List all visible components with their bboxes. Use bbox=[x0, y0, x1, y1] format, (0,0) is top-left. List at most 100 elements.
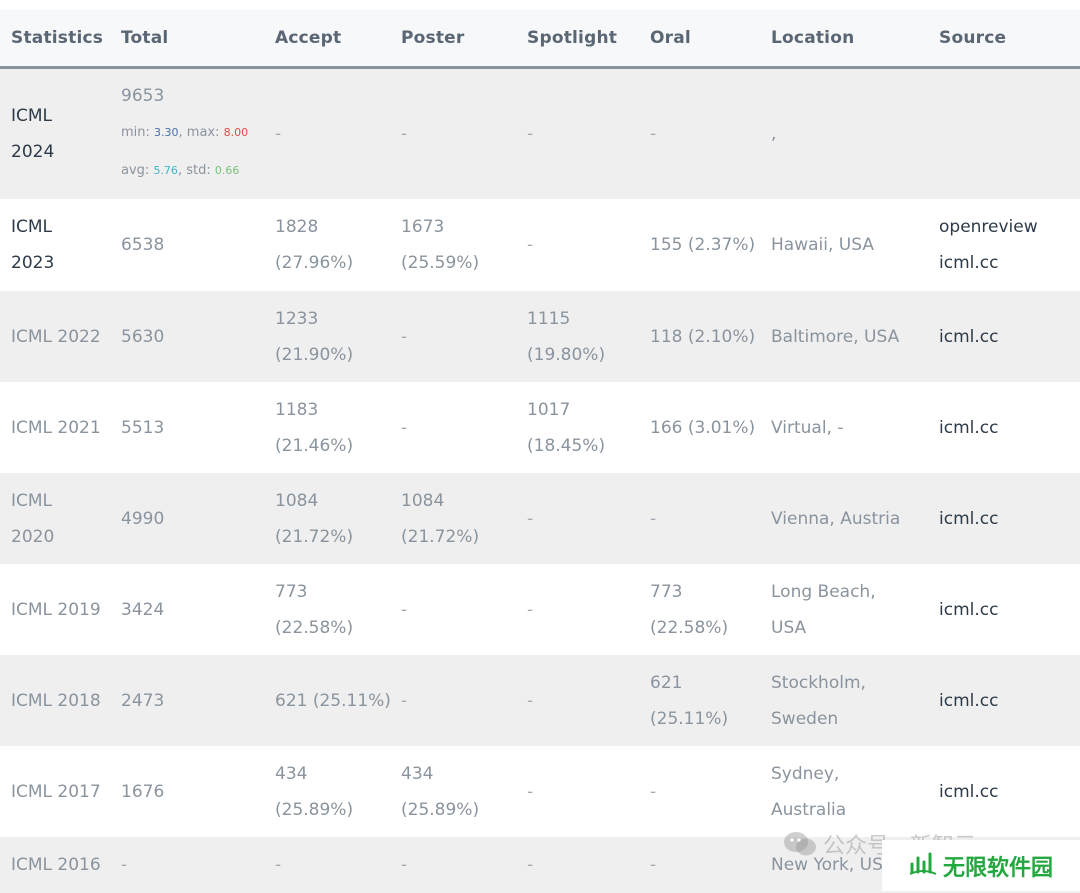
cell-oral: 155 (2.37%) bbox=[639, 199, 760, 291]
table-row: ICML 2021 5513 1183 (21.46%) - 1017 (18.… bbox=[0, 382, 1080, 473]
cell-total: 6538 bbox=[110, 199, 264, 291]
cell-location: , bbox=[760, 67, 928, 199]
cell-accept: 1084 (21.72%) bbox=[264, 473, 390, 564]
cell-total: 5630 bbox=[110, 291, 264, 382]
accept-count: 1084 bbox=[275, 490, 319, 511]
site-badge-text: 无限软件园 bbox=[942, 855, 1053, 881]
cell-location: Sydney, Australia bbox=[760, 746, 928, 837]
cell-source: openreview icml.cc bbox=[928, 199, 1080, 291]
cell-oral: 118 (2.10%) bbox=[639, 291, 760, 382]
site-badge: 无限软件园 bbox=[882, 840, 1080, 891]
poster-count: 434 bbox=[401, 763, 434, 784]
cell-poster: 1673 (25.59%) bbox=[390, 199, 516, 291]
poster-rate: (21.72%) bbox=[401, 526, 480, 547]
location-line: USA bbox=[771, 617, 807, 638]
chart-bars-icon bbox=[909, 850, 937, 882]
cell-spotlight: - bbox=[516, 837, 639, 893]
cell-location: Vienna, Austria bbox=[760, 473, 928, 564]
score-min-max: min: 3.30, max: 8.00 bbox=[121, 114, 264, 152]
cell-accept: 1233 (21.90%) bbox=[264, 291, 390, 382]
cell-location: Hawaii, USA bbox=[760, 199, 928, 291]
cell-accept: 1183 (21.46%) bbox=[264, 382, 390, 473]
header-total[interactable]: Total bbox=[110, 10, 264, 69]
cell-source bbox=[928, 67, 1080, 199]
cell-source[interactable]: icml.cc bbox=[928, 382, 1080, 473]
source-link-openreview[interactable]: openreview bbox=[939, 209, 1080, 245]
cell-statistics: ICML 2022 bbox=[0, 291, 110, 382]
accept-rate: (22.58%) bbox=[275, 617, 354, 638]
spotlight-count: 1115 bbox=[527, 308, 571, 329]
stats-table-container: Statistics Total Accept Poster Spotlight… bbox=[0, 10, 1080, 893]
cell-poster: - bbox=[390, 67, 516, 199]
cell-spotlight: 1115 (19.80%) bbox=[516, 291, 639, 382]
cell-statistics: ICML 2023 bbox=[0, 199, 110, 291]
cell-source[interactable]: icml.cc bbox=[928, 291, 1080, 382]
poster-rate: (25.89%) bbox=[401, 799, 480, 820]
cell-source[interactable]: icml.cc bbox=[928, 473, 1080, 564]
cell-poster: - bbox=[390, 655, 516, 746]
header-spotlight[interactable]: Spotlight bbox=[516, 10, 639, 69]
std-label: , std: bbox=[177, 163, 215, 178]
wechat-icon bbox=[783, 830, 817, 858]
cell-poster: - bbox=[390, 291, 516, 382]
header-source[interactable]: Source bbox=[928, 10, 1080, 69]
header-oral[interactable]: Oral bbox=[639, 10, 760, 69]
oral-count: 773 bbox=[650, 581, 683, 602]
cell-oral: - bbox=[639, 837, 760, 893]
header-location[interactable]: Location bbox=[760, 10, 928, 69]
min-value: 3.30 bbox=[154, 126, 179, 139]
cell-spotlight: - bbox=[516, 655, 639, 746]
avg-label: avg: bbox=[121, 163, 154, 178]
cell-spotlight: 1017 (18.45%) bbox=[516, 382, 639, 473]
spotlight-count: 1017 bbox=[527, 399, 571, 420]
cell-total: 9653 min: 3.30, max: 8.00 avg: 5.76, std… bbox=[110, 67, 264, 199]
accept-count: 1183 bbox=[275, 399, 319, 420]
max-label: , max: bbox=[178, 125, 224, 140]
cell-statistics: ICML 2017 bbox=[0, 746, 110, 837]
accept-count: 773 bbox=[275, 581, 308, 602]
oral-rate: (25.11%) bbox=[650, 708, 729, 729]
stat-line: ICML bbox=[11, 217, 53, 237]
stat-line: ICML bbox=[11, 106, 53, 126]
cell-accept: - bbox=[264, 837, 390, 893]
cell-oral: - bbox=[639, 746, 760, 837]
cell-source[interactable]: icml.cc bbox=[928, 564, 1080, 655]
cell-total: 1676 bbox=[110, 746, 264, 837]
cell-accept: 621 (25.11%) bbox=[264, 655, 390, 746]
cell-location: Baltimore, USA bbox=[760, 291, 928, 382]
table-row: ICML 2019 3424 773 (22.58%) - - 773 (22.… bbox=[0, 564, 1080, 655]
cell-total: 5513 bbox=[110, 382, 264, 473]
oral-count: 621 bbox=[650, 672, 683, 693]
cell-oral: - bbox=[639, 67, 760, 199]
location-line: Stockholm, bbox=[771, 672, 866, 693]
avg-value: 5.76 bbox=[153, 164, 178, 177]
cell-statistics: ICML 2024 bbox=[0, 67, 110, 199]
header-accept[interactable]: Accept bbox=[264, 10, 390, 69]
header-row: Statistics Total Accept Poster Spotlight… bbox=[0, 10, 1080, 69]
cell-poster: - bbox=[390, 564, 516, 655]
cell-source[interactable]: icml.cc bbox=[928, 746, 1080, 837]
accept-count: 1233 bbox=[275, 308, 319, 329]
table-row: ICML 2023 6538 1828 (27.96%) 1673 (25.59… bbox=[0, 199, 1080, 291]
cell-location: Long Beach, USA bbox=[760, 564, 928, 655]
stat-line: 2020 bbox=[11, 526, 55, 547]
cell-spotlight: - bbox=[516, 564, 639, 655]
spotlight-rate: (18.45%) bbox=[527, 435, 606, 456]
header-statistics[interactable]: Statistics bbox=[0, 10, 110, 69]
cell-statistics: ICML 2021 bbox=[0, 382, 110, 473]
table-row: ICML 2018 2473 621 (25.11%) - - 621 (25.… bbox=[0, 655, 1080, 746]
source-link-icml[interactable]: icml.cc bbox=[939, 245, 1080, 281]
icml-statistics-table: Statistics Total Accept Poster Spotlight… bbox=[0, 10, 1080, 893]
std-value: 0.66 bbox=[214, 164, 240, 177]
cell-total: - bbox=[110, 837, 264, 893]
cell-location: Stockholm, Sweden bbox=[760, 655, 928, 746]
oral-rate: (22.58%) bbox=[650, 617, 729, 638]
table-row: ICML 2020 4990 1084 (21.72%) 1084 (21.72… bbox=[0, 473, 1080, 564]
cell-poster: - bbox=[390, 382, 516, 473]
cell-spotlight: - bbox=[516, 473, 639, 564]
cell-accept: 773 (22.58%) bbox=[264, 564, 390, 655]
cell-oral: 773 (22.58%) bbox=[639, 564, 760, 655]
header-poster[interactable]: Poster bbox=[390, 10, 516, 69]
cell-statistics: ICML 2016 bbox=[0, 837, 110, 893]
cell-source[interactable]: icml.cc bbox=[928, 655, 1080, 746]
